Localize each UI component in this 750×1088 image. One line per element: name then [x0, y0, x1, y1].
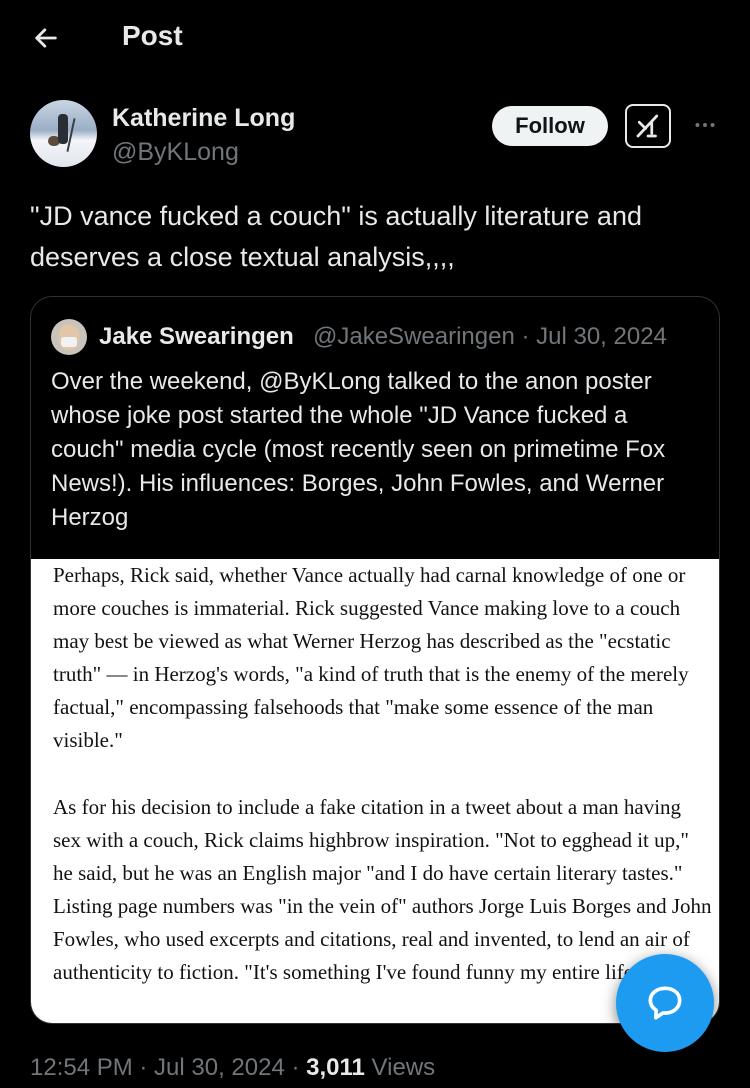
- arrow-left-icon: [35, 28, 57, 48]
- author-name[interactable]: Katherine Long: [112, 104, 295, 133]
- article-paragraph: Perhaps, Rick said, whether Vance actual…: [53, 563, 689, 752]
- author-row: Katherine Long @ByKLong Follow: [30, 100, 720, 180]
- follow-button[interactable]: Follow: [492, 106, 608, 146]
- top-bar: Post: [0, 0, 750, 72]
- compose-reply-button[interactable]: [616, 954, 714, 1052]
- quoted-post[interactable]: Jake Swearingen @JakeSwearingen · Jul 30…: [30, 296, 720, 1024]
- author-handle[interactable]: @ByKLong: [112, 138, 239, 167]
- more-options-button[interactable]: [690, 110, 720, 140]
- quoted-author-meta: @JakeSwearingen · Jul 30, 2024: [313, 323, 667, 350]
- grok-icon: [636, 114, 659, 138]
- quoted-article-image[interactable]: Perhaps, Rick said, whether Vance actual…: [31, 559, 719, 1023]
- views-label: Views: [364, 1054, 436, 1081]
- avatar[interactable]: [30, 100, 97, 167]
- back-button[interactable]: [28, 20, 64, 56]
- quoted-avatar: [51, 319, 87, 355]
- quoted-author-name: Jake Swearingen: [99, 323, 294, 350]
- quoted-post-text: Over the weekend, @ByKLong talked to the…: [51, 368, 666, 531]
- chat-bubble-icon: [648, 986, 682, 1020]
- more-horizontal-icon: [695, 123, 715, 127]
- grok-button[interactable]: [625, 104, 671, 148]
- post-timestamp: 12:54 PM · Jul 30, 2024 · 3,011 Views: [30, 1054, 435, 1082]
- article-paragraph: As for his decision to include a fake ci…: [53, 795, 712, 984]
- page-title: Post: [122, 20, 183, 51]
- post-text: "JD vance fucked a couch" is actually li…: [30, 201, 642, 272]
- post-time-date[interactable]: 12:54 PM · Jul 30, 2024 ·: [30, 1054, 306, 1081]
- views-count: 3,011: [306, 1054, 365, 1081]
